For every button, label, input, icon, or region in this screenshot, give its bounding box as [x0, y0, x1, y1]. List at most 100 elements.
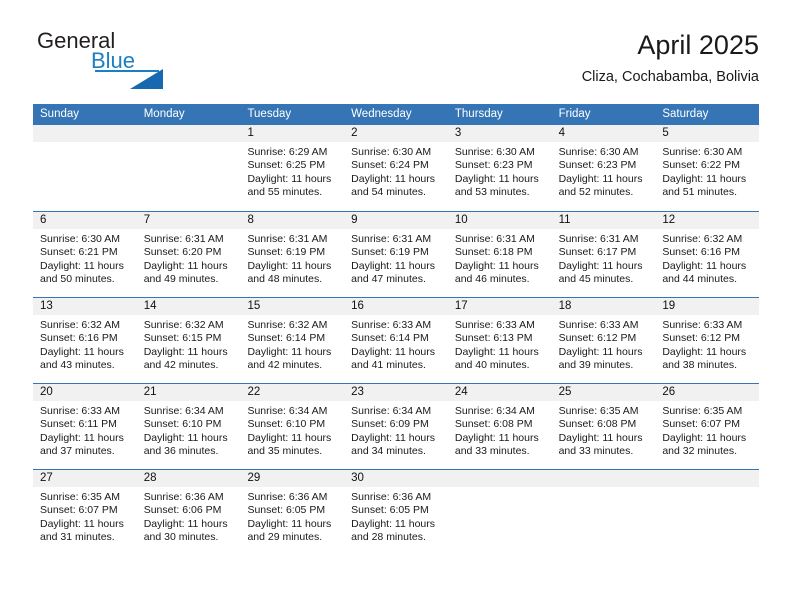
day-details: Sunrise: 6:30 AM Sunset: 6:24 PM Daylight:… [344, 142, 448, 200]
day-cell[interactable]: 16 Sunrise: 6:33 AM Sunset: 6:14 PM Dayligh… [344, 298, 448, 383]
day-cell[interactable]: 15 Sunrise: 6:32 AM Sunset: 6:14 PM Dayligh… [240, 298, 345, 383]
day-number: 29 [240, 470, 345, 487]
sunrise-text: Sunrise: 6:34 AM [454, 405, 535, 417]
day-cell[interactable]: 1 Sunrise: 6:29 AM Sunset: 6:25 PM Daylight… [240, 125, 345, 211]
daylight-text: Daylight: 11 hours and 32 minutes. [662, 431, 747, 458]
sunrise-text: Sunrise: 6:31 AM [351, 233, 432, 245]
day-number: 24 [447, 384, 552, 401]
week-row: 20 Sunrise: 6:33 AM Sunset: 6:11 PM Dayligh… [33, 383, 760, 469]
day-cell[interactable]: 27 Sunrise: 6:35 AM Sunset: 6:07 PM Dayligh… [33, 470, 137, 555]
sunrise-text: Sunrise: 6:32 AM [662, 233, 743, 245]
daylight-text: Daylight: 11 hours and 53 minutes. [454, 172, 539, 199]
title-block: April 2025 Cliza, Cochabamba, Bolivia [582, 28, 759, 87]
day-number: 19 [655, 298, 760, 315]
sunset-text: Sunset: 6:11 PM [40, 418, 117, 431]
day-cell[interactable]: 29 Sunrise: 6:36 AM Sunset: 6:05 PM Dayligh… [240, 470, 345, 555]
day-number: 28 [136, 470, 241, 487]
day-details: Sunrise: 6:30 AM Sunset: 6:21 PM Daylight:… [33, 229, 137, 287]
day-cell[interactable]: 9 Sunrise: 6:31 AM Sunset: 6:19 PM Daylight… [344, 212, 448, 297]
day-cell[interactable]: 28 Sunrise: 6:36 AM Sunset: 6:06 PM Dayligh… [136, 470, 241, 555]
day-number: 30 [344, 470, 448, 487]
day-cell[interactable]: 10 Sunrise: 6:31 AM Sunset: 6:18 PM Dayligh… [447, 212, 552, 297]
sunset-text: Sunset: 6:14 PM [247, 332, 326, 345]
day-details: Sunrise: 6:32 AM Sunset: 6:16 PM Daylight:… [33, 315, 137, 373]
day-cell[interactable]: 23 Sunrise: 6:34 AM Sunset: 6:09 PM Dayligh… [344, 384, 448, 469]
sunset-text: Sunset: 6:16 PM [662, 246, 740, 259]
day-number: 27 [33, 470, 137, 487]
day-cell[interactable]: 26 Sunrise: 6:35 AM Sunset: 6:07 PM Dayligh… [655, 384, 760, 469]
day-cell[interactable]: 17 Sunrise: 6:33 AM Sunset: 6:13 PM Dayligh… [447, 298, 552, 383]
day-cell-empty [136, 125, 241, 211]
sunrise-text: Sunrise: 6:34 AM [143, 405, 224, 417]
day-cell[interactable]: 4 Sunrise: 6:30 AM Sunset: 6:23 PM Daylight… [551, 125, 656, 211]
week-row: 13 Sunrise: 6:32 AM Sunset: 6:16 PM Dayligh… [33, 297, 760, 383]
weekday-header-thursday: Thursday [454, 108, 503, 120]
day-cell[interactable]: 20 Sunrise: 6:33 AM Sunset: 6:11 PM Dayligh… [33, 384, 137, 469]
day-cell[interactable]: 7 Sunrise: 6:31 AM Sunset: 6:20 PM Daylight… [136, 212, 241, 297]
daylight-text: Daylight: 11 hours and 38 minutes. [662, 345, 747, 372]
day-details: Sunrise: 6:36 AM Sunset: 6:05 PM Daylight:… [240, 487, 344, 545]
sunrise-text: Sunrise: 6:35 AM [662, 405, 743, 417]
daylight-text: Daylight: 11 hours and 28 minutes. [351, 517, 436, 544]
day-cell[interactable]: 12 Sunrise: 6:32 AM Sunset: 6:16 PM Dayligh… [655, 212, 760, 297]
day-number: 14 [136, 298, 241, 315]
day-cell[interactable]: 25 Sunrise: 6:35 AM Sunset: 6:08 PM Dayligh… [551, 384, 656, 469]
day-details: Sunrise: 6:29 AM Sunset: 6:25 PM Daylight:… [240, 142, 344, 200]
week-row: 27 Sunrise: 6:35 AM Sunset: 6:07 PM Dayligh… [33, 469, 760, 555]
day-cell-empty [655, 470, 760, 555]
day-cell[interactable]: 3 Sunrise: 6:30 AM Sunset: 6:23 PM Daylight… [447, 125, 552, 211]
sunrise-text: Sunrise: 6:32 AM [247, 319, 328, 331]
general-blue-logo[interactable]: General Blue [33, 28, 233, 89]
daylight-text: Daylight: 11 hours and 42 minutes. [247, 345, 332, 372]
day-cell[interactable]: 5 Sunrise: 6:30 AM Sunset: 6:22 PM Daylight… [655, 125, 760, 211]
day-number [33, 125, 137, 142]
sunrise-text: Sunrise: 6:36 AM [351, 491, 432, 503]
daylight-text: Daylight: 11 hours and 36 minutes. [143, 431, 228, 458]
day-details: Sunrise: 6:33 AM Sunset: 6:13 PM Daylight:… [448, 315, 552, 373]
daylight-text: Daylight: 11 hours and 30 minutes. [143, 517, 228, 544]
daylight-text: Daylight: 11 hours and 52 minutes. [558, 172, 643, 199]
day-details: Sunrise: 6:31 AM Sunset: 6:20 PM Daylight:… [137, 229, 241, 287]
day-number: 25 [551, 384, 656, 401]
sunrise-text: Sunrise: 6:32 AM [143, 319, 224, 331]
location-subtitle: Cliza, Cochabamba, Bolivia [581, 69, 759, 85]
sunset-text: Sunset: 6:12 PM [662, 332, 740, 345]
daylight-text: Daylight: 11 hours and 55 minutes. [247, 172, 332, 199]
day-number [447, 470, 552, 487]
day-cell[interactable]: 24 Sunrise: 6:34 AM Sunset: 6:08 PM Dayligh… [447, 384, 552, 469]
day-number: 1 [240, 125, 345, 142]
day-number [136, 125, 241, 142]
sunrise-text: Sunrise: 6:31 AM [247, 233, 328, 245]
day-cell[interactable]: 22 Sunrise: 6:34 AM Sunset: 6:10 PM Dayligh… [240, 384, 345, 469]
day-cell[interactable]: 21 Sunrise: 6:34 AM Sunset: 6:10 PM Dayligh… [136, 384, 241, 469]
day-cell[interactable]: 8 Sunrise: 6:31 AM Sunset: 6:19 PM Daylight… [240, 212, 345, 297]
sunrise-text: Sunrise: 6:30 AM [40, 233, 120, 245]
day-cell[interactable]: 19 Sunrise: 6:33 AM Sunset: 6:12 PM Dayligh… [655, 298, 760, 383]
sunset-text: Sunset: 6:07 PM [662, 418, 740, 431]
day-number: 9 [344, 212, 448, 229]
sunrise-text: Sunrise: 6:35 AM [40, 491, 120, 503]
day-cell[interactable]: 2 Sunrise: 6:30 AM Sunset: 6:24 PM Daylight… [344, 125, 448, 211]
day-details: Sunrise: 6:34 AM Sunset: 6:10 PM Daylight:… [137, 401, 241, 459]
day-cell[interactable]: 30 Sunrise: 6:36 AM Sunset: 6:05 PM Dayligh… [344, 470, 448, 555]
day-number: 11 [551, 212, 656, 229]
day-cell[interactable]: 14 Sunrise: 6:32 AM Sunset: 6:15 PM Dayligh… [136, 298, 241, 383]
sunrise-text: Sunrise: 6:34 AM [351, 405, 432, 417]
day-cell[interactable]: 18 Sunrise: 6:33 AM Sunset: 6:12 PM Dayligh… [551, 298, 656, 383]
sunset-text: Sunset: 6:21 PM [40, 246, 118, 259]
day-cell[interactable]: 11 Sunrise: 6:31 AM Sunset: 6:17 PM Dayligh… [551, 212, 656, 297]
daylight-text: Daylight: 11 hours and 48 minutes. [247, 259, 332, 286]
sunrise-text: Sunrise: 6:31 AM [454, 233, 535, 245]
daylight-text: Daylight: 11 hours and 33 minutes. [558, 431, 643, 458]
day-number: 10 [447, 212, 552, 229]
day-details: Sunrise: 6:32 AM Sunset: 6:15 PM Daylight:… [137, 315, 241, 373]
day-details: Sunrise: 6:36 AM Sunset: 6:06 PM Daylight:… [137, 487, 241, 545]
day-details: Sunrise: 6:33 AM Sunset: 6:12 PM Daylight:… [655, 315, 759, 373]
day-cell[interactable]: 6 Sunrise: 6:30 AM Sunset: 6:21 PM Daylight… [33, 212, 137, 297]
day-details: Sunrise: 6:36 AM Sunset: 6:05 PM Daylight:… [344, 487, 448, 545]
calendar-page: General Blue April 2025 Cliza, Cochabamb… [0, 0, 792, 612]
weekday-header-monday: Monday [143, 108, 185, 120]
sunset-text: Sunset: 6:05 PM [351, 504, 429, 517]
day-cell[interactable]: 13 Sunrise: 6:32 AM Sunset: 6:16 PM Dayligh… [33, 298, 137, 383]
day-details: Sunrise: 6:30 AM Sunset: 6:23 PM Daylight:… [552, 142, 656, 200]
